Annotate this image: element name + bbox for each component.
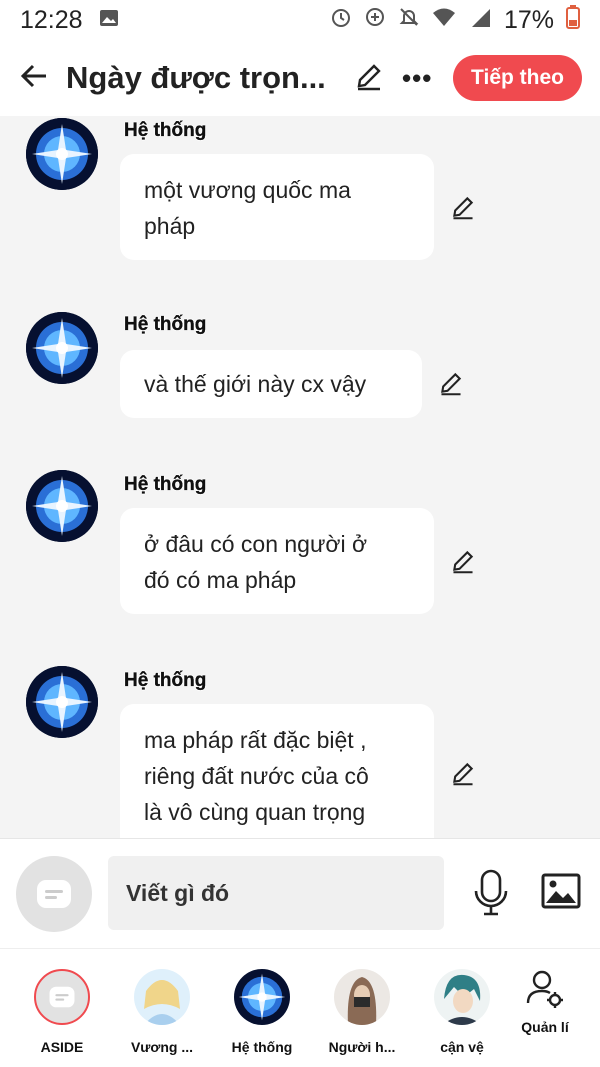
battery-percent: 17% bbox=[503, 5, 554, 34]
sender-name: Hệ thống bbox=[124, 120, 207, 141]
character-vuong[interactable]: Vương ... bbox=[112, 969, 212, 1055]
wifi-icon bbox=[432, 6, 456, 34]
message-composer: Viết gì đó bbox=[0, 838, 600, 948]
character-label: Quản lí bbox=[521, 1019, 569, 1035]
sender-name: Hệ thống bbox=[124, 314, 207, 335]
message-bubble[interactable]: và thế giới này cx vậy bbox=[120, 350, 422, 418]
character-tray: ASIDE Vương ... Hệ thống Người h... cận … bbox=[0, 948, 600, 1067]
message-bubble[interactable]: một vương quốc ma pháp bbox=[120, 154, 434, 260]
system-avatar[interactable] bbox=[26, 118, 98, 190]
character-label: Hệ thống bbox=[231, 1039, 293, 1055]
gallery-notification-icon bbox=[99, 6, 119, 34]
character-nguoi[interactable]: Người h... bbox=[312, 969, 412, 1055]
character-system[interactable]: Hệ thống bbox=[212, 969, 312, 1055]
edit-message-icon[interactable] bbox=[450, 548, 476, 579]
more-options-icon[interactable]: ••• bbox=[402, 63, 432, 94]
chat-header: Ngày được trọn... ••• Tiếp theo bbox=[0, 40, 600, 116]
message-line: và thế giới này cx vậy bbox=[144, 371, 367, 397]
character-avatar bbox=[434, 969, 490, 1025]
character-label: ASIDE bbox=[40, 1039, 84, 1055]
mute-icon bbox=[398, 6, 420, 35]
system-avatar[interactable] bbox=[26, 666, 98, 738]
character-avatar bbox=[134, 969, 190, 1025]
aside-avatar bbox=[34, 969, 90, 1025]
alarm-icon bbox=[330, 6, 352, 35]
message-line: pháp bbox=[144, 213, 196, 239]
chat-area[interactable]: Hệ thống một vương quốc ma pháp Hệ thống… bbox=[0, 116, 600, 838]
status-time: 12:28 bbox=[20, 5, 83, 34]
system-avatar[interactable] bbox=[26, 312, 98, 384]
aside-toggle-button[interactable] bbox=[16, 856, 92, 932]
message-bubble[interactable]: ma pháp rất đặc biệt , riêng đất nước củ… bbox=[120, 704, 434, 838]
message-input[interactable]: Viết gì đó bbox=[108, 856, 444, 930]
character-aside[interactable]: ASIDE bbox=[12, 969, 112, 1055]
microphone-icon[interactable] bbox=[472, 869, 510, 922]
character-avatar bbox=[334, 969, 390, 1025]
edit-title-icon[interactable] bbox=[354, 61, 384, 96]
signal-icon bbox=[468, 6, 492, 35]
message-bubble[interactable]: ở đâu có con người ở đó có ma pháp bbox=[120, 508, 434, 614]
character-label: cận vệ bbox=[440, 1039, 484, 1055]
edit-message-icon[interactable] bbox=[450, 760, 476, 791]
next-button[interactable]: Tiếp theo bbox=[453, 55, 582, 101]
message-line: một vương quốc ma bbox=[144, 177, 351, 203]
sender-name: Hệ thống bbox=[124, 474, 207, 495]
message-line: riêng đất nước của cô bbox=[144, 763, 369, 789]
character-label: Vương ... bbox=[130, 1039, 194, 1055]
battery-icon bbox=[566, 4, 580, 36]
status-bar: 12:28 17% bbox=[0, 0, 600, 40]
manage-user-icon bbox=[525, 969, 565, 1009]
message-line: ma pháp rất đặc biệt , bbox=[144, 727, 367, 753]
back-arrow-icon[interactable] bbox=[18, 60, 50, 97]
sender-name: Hệ thống bbox=[124, 670, 207, 691]
message-line: đó có ma pháp bbox=[144, 567, 297, 593]
data-saver-icon bbox=[364, 6, 386, 35]
manage-characters[interactable]: Quản lí bbox=[495, 969, 595, 1035]
character-avatar bbox=[234, 969, 290, 1025]
system-avatar[interactable] bbox=[26, 470, 98, 542]
message-line: ở đâu có con người ở bbox=[144, 531, 368, 557]
story-title: Ngày được trọn... bbox=[66, 60, 326, 95]
character-label: Người h... bbox=[328, 1039, 396, 1055]
image-upload-icon[interactable] bbox=[541, 873, 581, 914]
edit-message-icon[interactable] bbox=[450, 194, 476, 225]
edit-message-icon[interactable] bbox=[438, 370, 464, 401]
message-line: là vô cùng quan trọng bbox=[144, 799, 366, 825]
